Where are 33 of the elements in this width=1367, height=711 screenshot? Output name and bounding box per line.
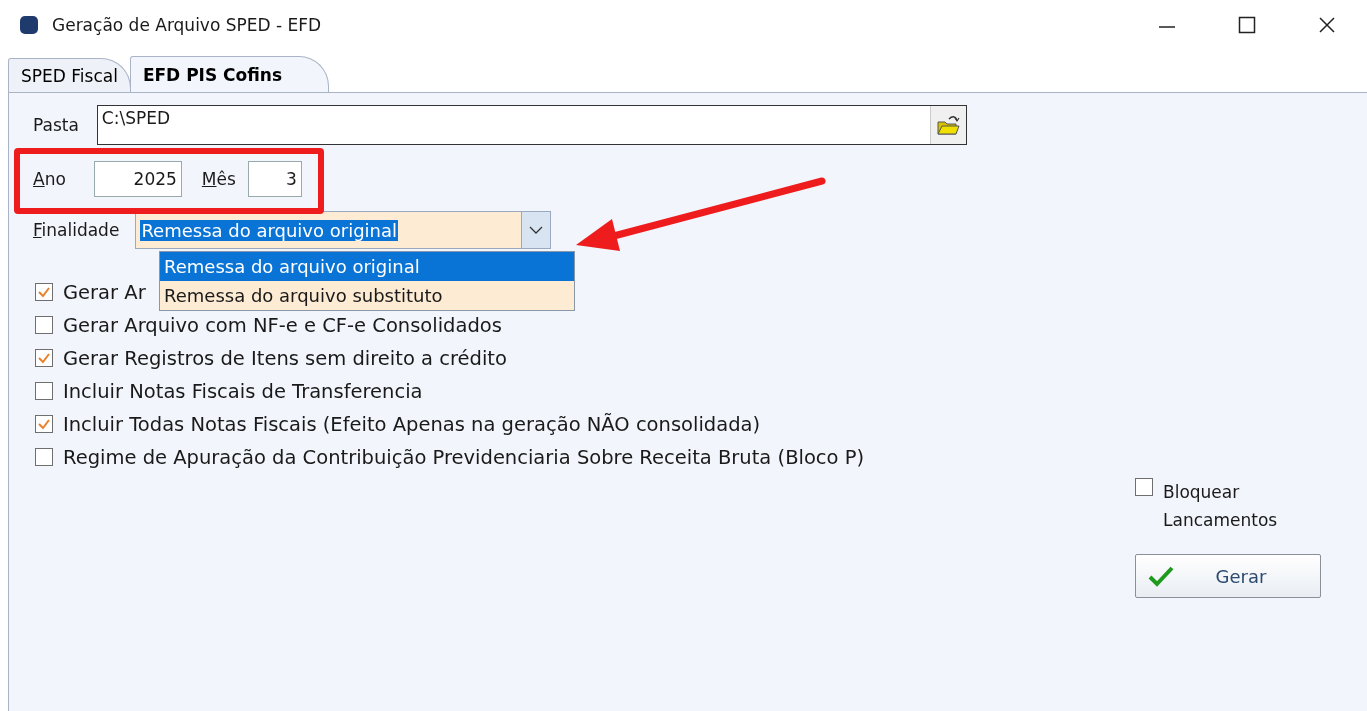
checkbox[interactable] xyxy=(35,448,53,466)
checkbox-label: Gerar Arquivo com NF-e e CF-e Consolidados xyxy=(63,313,502,337)
year-label: Ano xyxy=(33,169,66,189)
folder-label: Pasta xyxy=(33,115,79,135)
checkbox-label: Incluir Notas Fiscais de Transferencia xyxy=(63,379,423,403)
month-label: Mês xyxy=(201,169,236,189)
purpose-dropdown[interactable]: Remessa do arquivo original xyxy=(135,211,552,249)
tab[interactable]: EFD PIS Cofins xyxy=(129,56,330,92)
purpose-label: Finalidade xyxy=(33,220,120,240)
checkbox-label: Incluir Todas Notas Fiscais (Efeito Apenas na geração NÃO consolidada) xyxy=(63,412,761,436)
checkbox[interactable] xyxy=(35,415,53,433)
generate-button[interactable]: Gerar xyxy=(1135,554,1321,598)
close-icon[interactable] xyxy=(1317,15,1337,35)
checkbox-label: Gerar Registros de Itens sem direito a crédito xyxy=(63,346,507,370)
tab[interactable]: SPED Fiscal xyxy=(8,58,131,92)
window-title: Geração de Arquivo SPED - EFD xyxy=(52,15,323,35)
checkbox-label: Regime de Apuração da Contribuição Previdenciaria Sobre Receita Bruta (Bloco P) xyxy=(63,445,865,469)
dropdown-option[interactable]: Remessa do arquivo substituto xyxy=(160,281,574,310)
checkbox-label: Bloquear Lancamentos xyxy=(1163,481,1279,532)
year-field[interactable]: 2025 xyxy=(93,161,182,197)
checkbox[interactable] xyxy=(35,382,53,400)
checkbox[interactable] xyxy=(35,283,53,301)
folder-field[interactable]: C:\SPED xyxy=(96,105,967,145)
maximize-icon[interactable] xyxy=(1237,15,1257,35)
dropdown-option[interactable]: Remessa do arquivo original xyxy=(160,252,574,281)
checkbox[interactable] xyxy=(35,349,53,367)
app-icon xyxy=(20,16,38,34)
checkbox-label: Gerar Ar xyxy=(63,280,146,304)
open-folder-icon[interactable] xyxy=(929,106,966,144)
checkbox[interactable] xyxy=(35,316,53,334)
checkmark-icon xyxy=(1148,565,1174,587)
month-field[interactable]: 3 xyxy=(247,161,302,197)
checkbox[interactable] xyxy=(1135,478,1153,496)
